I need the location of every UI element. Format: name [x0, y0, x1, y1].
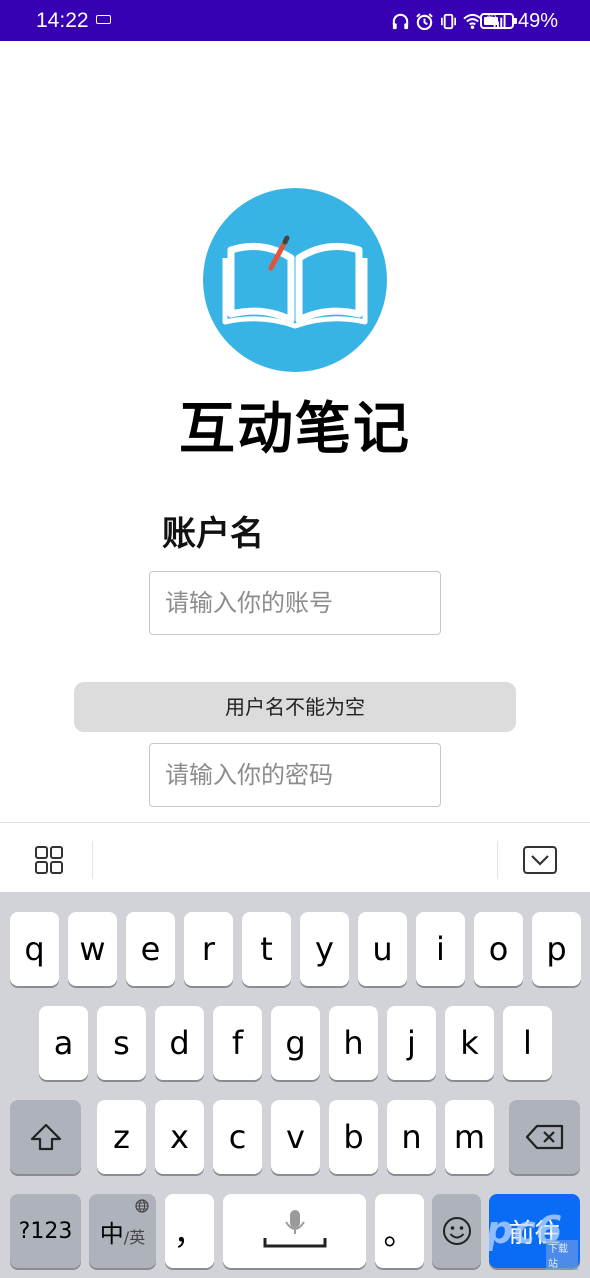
status-bar: 14:22 4G 49% [0, 0, 590, 41]
key-r[interactable]: r [184, 912, 233, 986]
emoji-key[interactable] [432, 1194, 481, 1268]
key-s[interactable]: s [97, 1006, 146, 1080]
symbols-key[interactable]: ?123 [10, 1194, 81, 1268]
key-z[interactable]: z [97, 1100, 146, 1174]
shift-key[interactable] [10, 1100, 81, 1174]
soft-keyboard: q w e r t y u i o p a s d f g h j k l z … [0, 892, 590, 1278]
key-m[interactable]: m [445, 1100, 494, 1174]
key-d[interactable]: d [155, 1006, 204, 1080]
microphone-icon [263, 1210, 326, 1248]
password-field-container [149, 743, 441, 807]
keyboard-toolbar [0, 822, 590, 892]
alarm-icon [416, 12, 433, 30]
backspace-icon [525, 1124, 563, 1150]
lang-sub-label: /英 [123, 1228, 146, 1247]
account-field-container [149, 571, 441, 635]
shift-arrow-icon [30, 1123, 61, 1151]
key-t[interactable]: t [242, 912, 291, 986]
account-label: 账户名 [162, 514, 264, 554]
status-time: 14:22 [36, 9, 89, 32]
key-u[interactable]: u [358, 912, 407, 986]
go-key[interactable]: 前往 [489, 1194, 580, 1268]
key-h[interactable]: h [329, 1006, 378, 1080]
battery-cap [514, 18, 517, 24]
language-switch-key[interactable]: 中/英 [89, 1194, 156, 1268]
password-input[interactable] [150, 744, 440, 806]
app-logo [203, 188, 387, 372]
hide-keyboard-icon[interactable] [522, 845, 558, 875]
app-title: 互动笔记 [179, 397, 411, 462]
key-o[interactable]: o [474, 912, 523, 986]
key-a[interactable]: a [39, 1006, 88, 1080]
error-toast: 用户名不能为空 [74, 682, 516, 732]
key-k[interactable]: k [445, 1006, 494, 1080]
key-v[interactable]: v [271, 1100, 320, 1174]
battery-icon [480, 13, 514, 29]
key-f[interactable]: f [213, 1006, 262, 1080]
key-l[interactable]: l [503, 1006, 552, 1080]
space-key[interactable] [223, 1194, 366, 1268]
open-book-icon [222, 235, 368, 329]
key-p[interactable]: p [532, 912, 581, 986]
key-b[interactable]: b [329, 1100, 378, 1174]
lang-main-label: 中 [99, 1219, 124, 1248]
backspace-key[interactable] [509, 1100, 580, 1174]
toolbar-divider [92, 841, 93, 879]
headphones-icon [392, 13, 409, 29]
key-q[interactable]: q [10, 912, 59, 986]
period-key[interactable]: 。 [375, 1194, 424, 1268]
key-g[interactable]: g [271, 1006, 320, 1080]
key-n[interactable]: n [387, 1100, 436, 1174]
key-x[interactable]: x [155, 1100, 204, 1174]
comma-key[interactable]: ， [165, 1194, 214, 1268]
key-y[interactable]: y [300, 912, 349, 986]
globe-icon [135, 1199, 149, 1213]
key-i[interactable]: i [416, 912, 465, 986]
account-input[interactable] [150, 572, 440, 634]
key-j[interactable]: j [387, 1006, 436, 1080]
toolbar-divider [497, 841, 498, 879]
vibrate-icon [440, 13, 457, 29]
key-e[interactable]: e [126, 912, 175, 986]
battery-percent: 49% [517, 10, 558, 32]
key-c[interactable]: c [213, 1100, 262, 1174]
keyboard-indicator-icon [96, 15, 111, 24]
key-w[interactable]: w [68, 912, 117, 986]
emoji-icon [442, 1217, 471, 1245]
grid-menu-icon[interactable] [34, 845, 64, 875]
